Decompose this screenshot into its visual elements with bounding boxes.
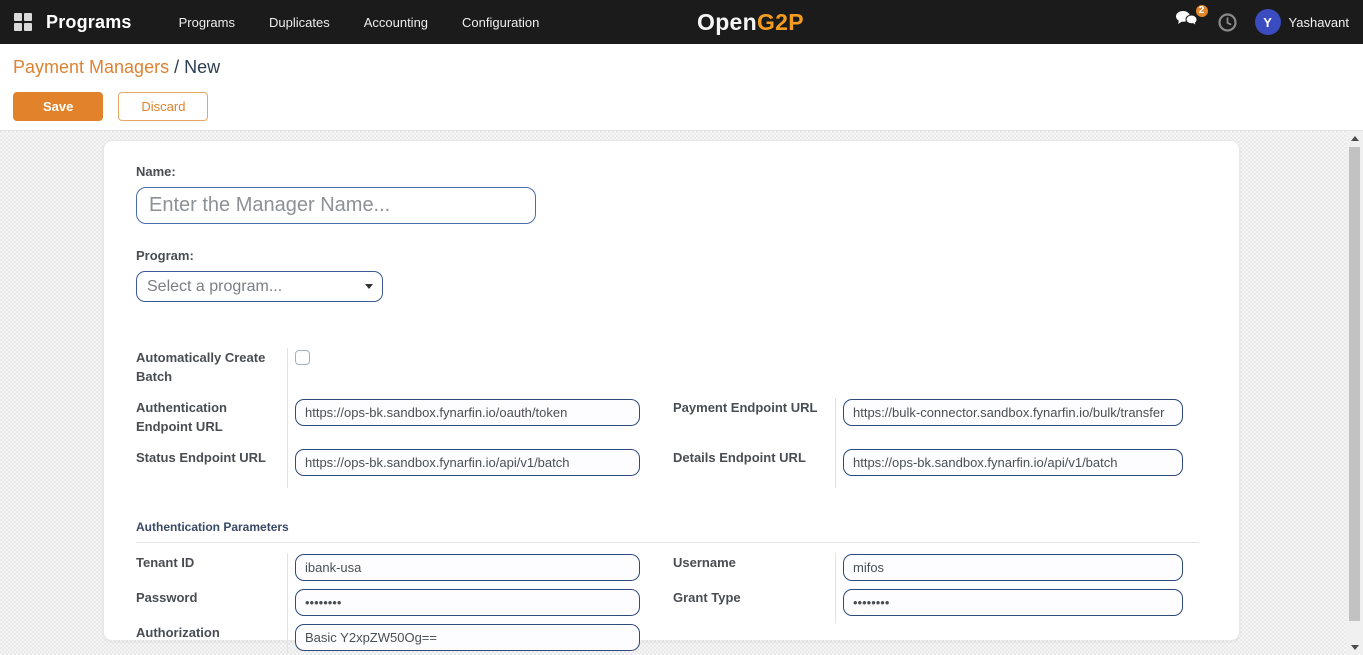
logo-open-text: Open: [697, 9, 757, 36]
menu-item-programs[interactable]: Programs: [162, 0, 252, 44]
discard-button[interactable]: Discard: [118, 92, 208, 121]
scroll-down-arrow[interactable]: [1346, 640, 1363, 655]
app-title: Programs: [46, 12, 132, 33]
auto-create-batch-checkbox[interactable]: [295, 350, 310, 365]
username-label: Username: [673, 553, 835, 588]
tenant-id-input[interactable]: [295, 554, 640, 581]
breadcrumb: Payment Managers / New: [13, 57, 1363, 78]
details-endpoint-url-label: Details Endpoint URL: [673, 448, 835, 488]
program-select[interactable]: Select a program...: [136, 271, 383, 302]
form-view-background: Name: Program: Select a program... Autom…: [0, 131, 1363, 655]
auth-parameters-section-header: Authentication Parameters: [136, 520, 1207, 543]
user-menu[interactable]: Y Yashavant: [1255, 9, 1349, 35]
status-endpoint-url-input[interactable]: [295, 449, 640, 476]
authorization-label: Authorization: [136, 623, 287, 655]
activities-button[interactable]: [1218, 13, 1237, 32]
program-field-block: Program: Select a program...: [136, 246, 1207, 302]
manager-name-input[interactable]: [136, 187, 536, 224]
name-field-block: Name:: [136, 162, 1207, 224]
logo-g2p-text: G2P: [757, 9, 804, 36]
topbar-right-cluster: 2 Y Yashavant: [1175, 0, 1349, 44]
status-endpoint-url-label: Status Endpoint URL: [136, 448, 287, 488]
scrollbar-thumb[interactable]: [1349, 147, 1360, 621]
clock-icon: [1218, 13, 1237, 32]
form-action-buttons: Save Discard: [13, 92, 1363, 121]
messages-count-badge: 2: [1194, 3, 1210, 19]
section-divider: [136, 542, 1199, 543]
details-endpoint-url-input[interactable]: [843, 449, 1183, 476]
auto-create-batch-label: Automatically Create Batch: [136, 348, 287, 398]
password-label: Password: [136, 588, 287, 623]
breadcrumb-separator: /: [169, 57, 184, 77]
grant-type-input[interactable]: [843, 589, 1183, 616]
auth-endpoint-url-input[interactable]: [295, 399, 640, 426]
password-input[interactable]: [295, 589, 640, 616]
breadcrumb-payment-managers-link[interactable]: Payment Managers: [13, 57, 169, 77]
menu-item-duplicates[interactable]: Duplicates: [252, 0, 347, 44]
auth-parameters-title: Authentication Parameters: [136, 520, 1207, 534]
scroll-up-arrow[interactable]: [1346, 131, 1363, 146]
auth-parameters-group: Tenant ID Username Password Grant Type A…: [136, 553, 1207, 655]
form-sheet: Name: Program: Select a program... Autom…: [103, 140, 1240, 641]
control-panel: Payment Managers / New Save Discard: [0, 44, 1363, 131]
messages-button[interactable]: 2: [1175, 10, 1200, 35]
name-label: Name:: [136, 162, 1207, 181]
payment-endpoint-url-label: Payment Endpoint URL: [673, 398, 835, 448]
menu-item-configuration[interactable]: Configuration: [445, 0, 556, 44]
avatar: Y: [1255, 9, 1281, 35]
program-label: Program:: [136, 246, 1207, 265]
apps-menu-icon[interactable]: [14, 13, 32, 31]
openg2p-logo: OpenG2P: [697, 0, 804, 44]
save-button[interactable]: Save: [13, 92, 103, 121]
top-navbar: Programs Programs Duplicates Accounting …: [0, 0, 1363, 44]
authorization-input[interactable]: [295, 624, 640, 651]
top-menu: Programs Duplicates Accounting Configura…: [162, 0, 557, 44]
grant-type-label: Grant Type: [673, 588, 835, 623]
username-input[interactable]: [843, 554, 1183, 581]
breadcrumb-current: New: [184, 57, 220, 77]
auth-endpoint-url-label: Authentication Endpoint URL: [136, 398, 287, 448]
user-name: Yashavant: [1289, 15, 1349, 30]
payment-endpoint-url-input[interactable]: [843, 399, 1183, 426]
menu-item-accounting[interactable]: Accounting: [347, 0, 445, 44]
auto-create-batch-cell: [287, 348, 673, 398]
vertical-scrollbar[interactable]: [1346, 131, 1363, 655]
endpoint-settings-group: Automatically Create Batch Authenticatio…: [136, 348, 1207, 488]
tenant-id-label: Tenant ID: [136, 553, 287, 588]
